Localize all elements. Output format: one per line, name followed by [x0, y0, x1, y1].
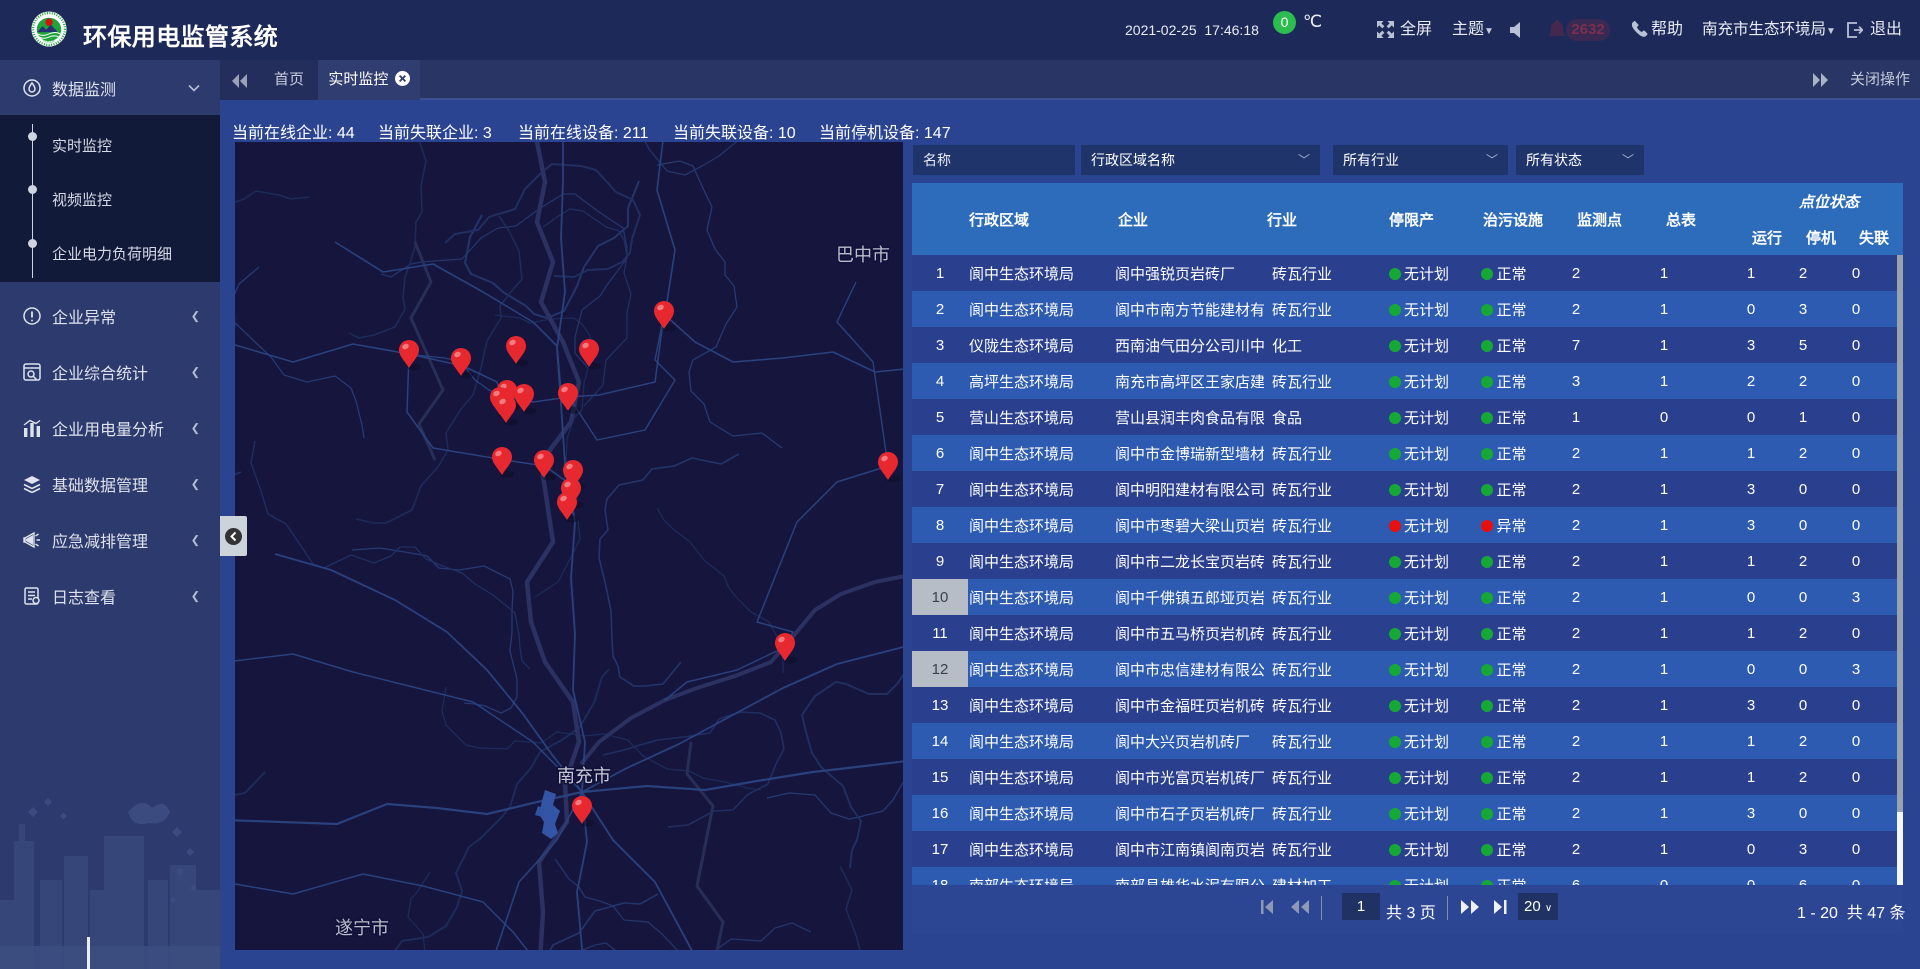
svg-text:遂宁市: 遂宁市: [335, 918, 389, 938]
svg-text:南充市: 南充市: [557, 766, 611, 786]
svg-text:环保监管: 环保监管: [43, 38, 55, 43]
svg-text:巴中市: 巴中市: [836, 245, 890, 265]
